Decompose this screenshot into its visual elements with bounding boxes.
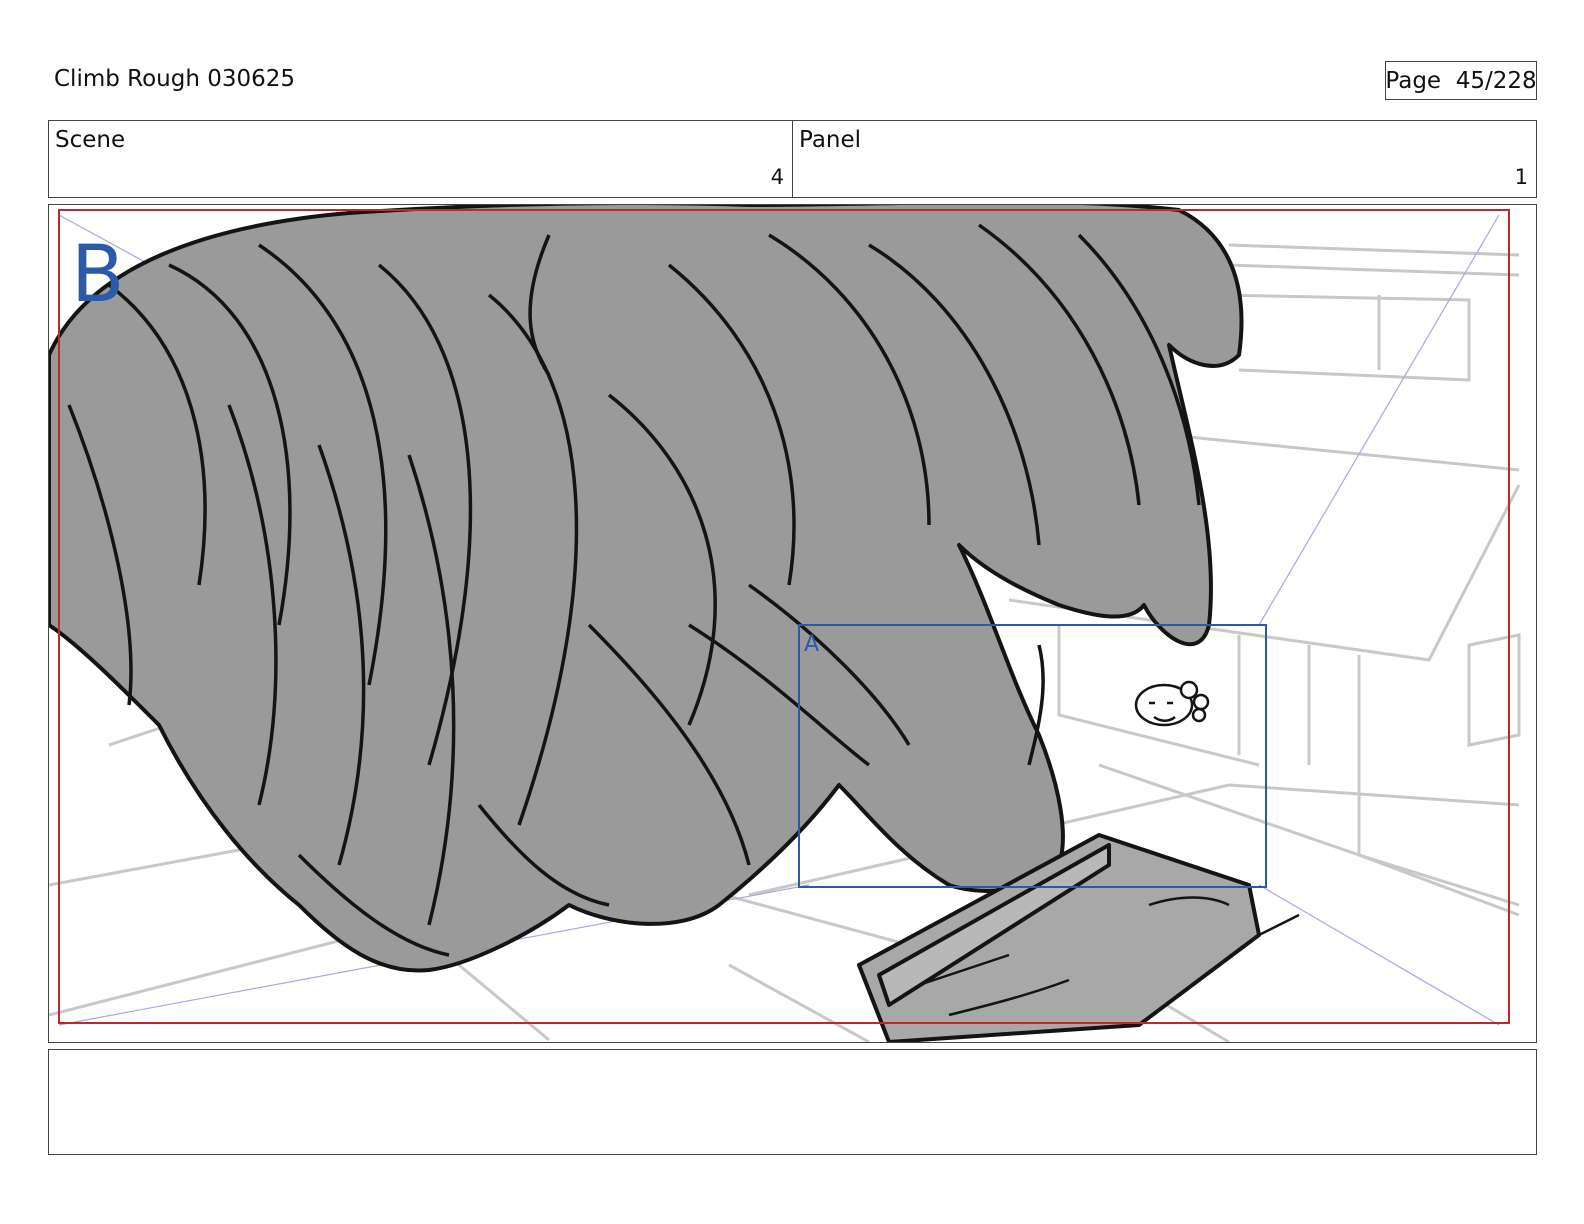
scene-panel-info: Scene 4 Panel 1: [48, 120, 1537, 198]
panel-number: 1: [1514, 165, 1528, 189]
page-number: 45/228: [1455, 67, 1537, 94]
panel-notes[interactable]: [48, 1049, 1537, 1155]
scene-label: Scene: [55, 127, 126, 153]
panel-cell: Panel 1: [792, 121, 1536, 197]
camera-b-label: B: [71, 230, 125, 320]
storyboard-drawing: B A: [49, 205, 1521, 1042]
page-indicator: Page 45/228: [1385, 61, 1537, 100]
small-character: [1134, 680, 1210, 727]
document-title: Climb Rough 030625: [54, 66, 296, 92]
scene-number: 4: [770, 165, 784, 189]
camera-a-label: A: [804, 632, 819, 657]
scene-cell: Scene 4: [49, 121, 792, 197]
page-word: Page: [1385, 67, 1442, 94]
panel-label: Panel: [799, 127, 862, 153]
storyboard-panel: B A: [48, 204, 1537, 1043]
